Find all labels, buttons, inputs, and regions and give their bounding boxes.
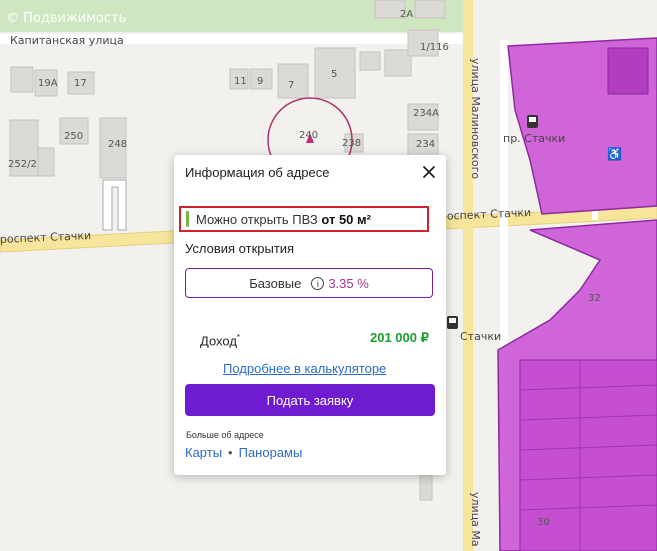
house-number: 30: [537, 517, 550, 528]
house-number: 17: [74, 78, 87, 89]
accessibility-icon: ♿: [607, 147, 622, 161]
house-number: 7: [288, 80, 294, 91]
house-number: 5: [331, 69, 337, 80]
info-icon[interactable]: i: [311, 276, 325, 290]
house-number: 19А: [38, 78, 58, 89]
bus-stop-icon[interactable]: [527, 115, 538, 128]
house-number: 238: [342, 138, 361, 149]
conditions-title: Условия открытия: [185, 241, 295, 256]
house-number: 240: [299, 130, 318, 141]
pvz-availability-notice: Можно открыть ПВЗ от 50 м²: [179, 206, 429, 232]
bus-stop-icon[interactable]: [447, 316, 458, 329]
house-number: 1/116: [420, 42, 449, 53]
label-stachki-stop: Стачки: [460, 330, 501, 343]
base-label: Базовые: [249, 275, 302, 291]
street-kapitanskaya: Капитанская улица: [10, 34, 124, 47]
separator: •: [228, 445, 233, 460]
calculator-link[interactable]: Подробнее в калькуляторе: [223, 361, 386, 376]
address-info-popup: Информация об адресе Можно открыть ПВЗ о…: [174, 155, 446, 475]
house-number: 234: [416, 139, 435, 150]
close-icon[interactable]: [418, 161, 440, 183]
panoramas-link[interactable]: Панорамы: [239, 445, 303, 460]
house-number: 32: [588, 293, 601, 304]
map-watermark: © Подвижимость: [6, 11, 126, 26]
income-value: 201 000 ₽: [370, 330, 429, 345]
house-number: 250: [64, 131, 83, 142]
house-number: 11: [234, 76, 247, 87]
status-indicator: [186, 211, 189, 227]
income-label: Доход*: [200, 333, 241, 349]
label-pr-stachki: пр. Стачки: [503, 132, 565, 145]
house-number: 234А: [413, 108, 439, 119]
notice-text: Можно открыть ПВЗ от 50 м²: [196, 211, 371, 227]
street-malinovskogo-bottom: улица Ма: [469, 492, 482, 547]
house-number: 2А: [400, 9, 413, 20]
house-number: 248: [108, 139, 127, 150]
submit-application-button[interactable]: Подать заявку: [185, 384, 435, 416]
more-about-address-label: Больше об адресе: [186, 430, 264, 440]
address-links: Карты • Панорамы: [185, 445, 302, 460]
house-number: 9: [257, 76, 263, 87]
popup-title: Информация об адресе: [185, 165, 330, 180]
street-malinovskogo-top: улица Малиновского: [469, 58, 482, 179]
base-percent: 3.35 %: [328, 275, 369, 291]
maps-link[interactable]: Карты: [185, 445, 222, 460]
base-conditions-box[interactable]: Базовые i 3.35 %: [185, 268, 433, 298]
house-number: 252/2: [8, 159, 37, 170]
